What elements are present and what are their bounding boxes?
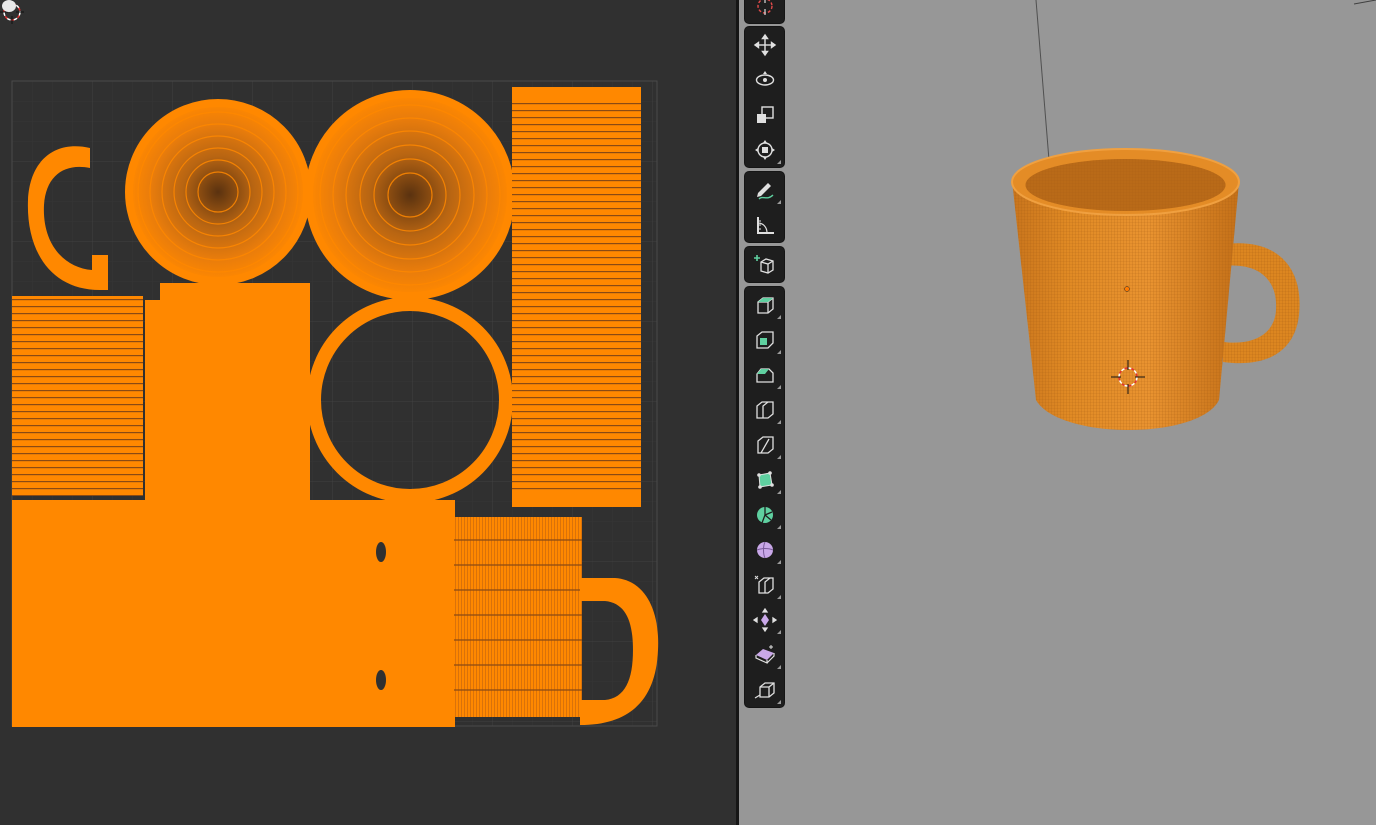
uv-island-inner-wall-strip-left — [12, 296, 143, 496]
area-corner-handle-icon[interactable] — [0, 0, 18, 14]
tool-rotate[interactable] — [745, 62, 784, 97]
tool-add-cube[interactable] — [745, 247, 784, 282]
bevel-icon — [755, 367, 774, 383]
add-cube-icon — [753, 254, 774, 274]
move-icon — [753, 33, 776, 56]
tool-shrink-fatten[interactable] — [745, 602, 784, 637]
uv-island-inner-wall-strip-right — [160, 283, 310, 513]
uv-hole-bottom — [376, 670, 386, 690]
tool-poly-build[interactable] — [745, 462, 784, 497]
uv-island-side-strip — [454, 517, 582, 717]
shrink-fatten-icon — [752, 607, 777, 632]
cursor-icon — [756, 0, 773, 15]
smooth-icon — [756, 541, 773, 558]
uv-editor[interactable] — [0, 0, 736, 825]
object-origin — [1124, 286, 1130, 292]
tool-inset-faces[interactable] — [745, 322, 784, 357]
tool-annotate[interactable] — [745, 172, 784, 207]
knife-icon — [756, 435, 774, 454]
tool-bevel[interactable] — [745, 357, 784, 392]
tool-shear[interactable] — [745, 637, 784, 672]
tool-knife[interactable] — [745, 427, 784, 462]
toolbar-group-annotate — [745, 172, 784, 242]
edge-slide-icon — [754, 575, 774, 594]
camera-line — [1035, 0, 1050, 161]
3d-viewport[interactable] — [739, 0, 1376, 825]
loop-cut-icon — [755, 400, 774, 419]
blender-window — [0, 0, 1376, 825]
tool-extrude-region[interactable] — [745, 287, 784, 322]
tool-smooth[interactable] — [745, 532, 784, 567]
toolbar-group-edit — [745, 287, 784, 707]
measure-icon — [756, 216, 774, 234]
uv-hole-top — [376, 542, 386, 562]
scale-icon — [756, 105, 774, 123]
tool-spin[interactable] — [745, 497, 784, 532]
toolbar-group-cursor — [745, 0, 784, 23]
toolbar-group-add — [745, 247, 784, 282]
inset-faces-icon — [755, 330, 774, 349]
extrude-region-icon — [756, 296, 774, 314]
viewport-scene[interactable] — [739, 0, 1376, 825]
spin-icon — [756, 506, 773, 523]
uv-canvas[interactable] — [0, 0, 736, 825]
rotate-icon — [755, 70, 774, 86]
transform-icon — [754, 139, 775, 160]
tool-move[interactable] — [745, 27, 784, 62]
tool-edge-slide[interactable] — [745, 567, 784, 602]
rip-region-icon — [754, 681, 775, 699]
poly-build-icon — [756, 470, 774, 489]
uv-island-outer-wall-strip — [512, 87, 641, 507]
toolbar-group-transform — [745, 27, 784, 167]
tool-cursor[interactable] — [745, 0, 784, 23]
tool-transform[interactable] — [745, 132, 784, 167]
tool-measure[interactable] — [745, 207, 784, 242]
tool-scale[interactable] — [745, 97, 784, 132]
annotate-icon — [756, 182, 773, 200]
tool-loop-cut[interactable] — [745, 392, 784, 427]
uv-island-wall-block — [12, 500, 455, 727]
shear-icon — [754, 644, 775, 664]
tool-rip-region[interactable] — [745, 672, 784, 707]
